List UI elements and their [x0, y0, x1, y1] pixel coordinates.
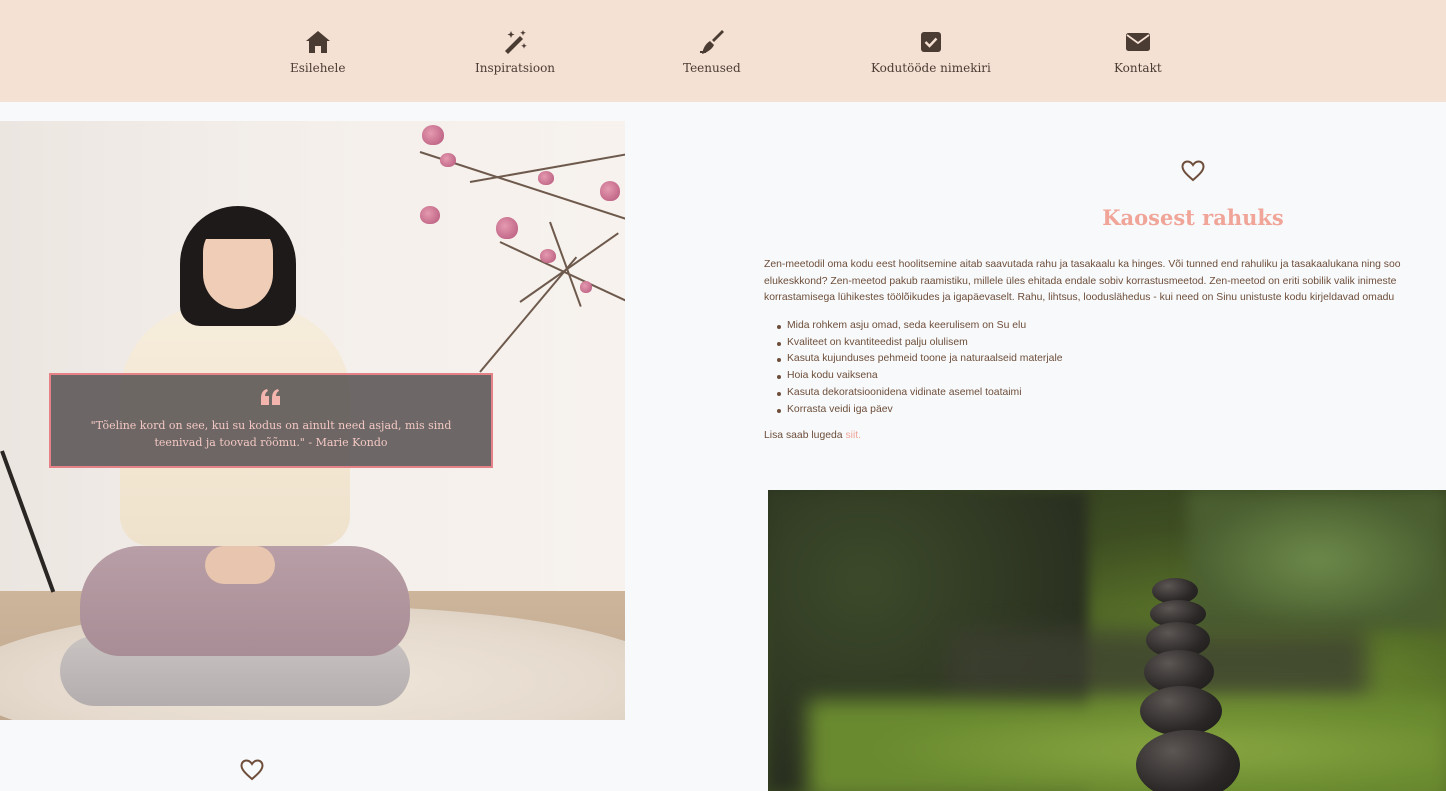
stone-stack-photo	[768, 490, 1446, 791]
broom-icon	[698, 28, 726, 56]
stone	[1140, 686, 1222, 736]
envelope-icon	[1124, 28, 1152, 56]
branch	[519, 232, 619, 303]
nav-item-esilehele[interactable]: Esilehele	[290, 28, 345, 75]
quote-text: "Tõeline kord on see, kui su kodus on ai…	[90, 419, 452, 449]
home-icon	[304, 28, 332, 56]
meditation-photo: "Tõeline kord on see, kui su kodus on ai…	[0, 121, 625, 720]
read-more-text: Lisa saab lugeda	[764, 430, 846, 441]
nav-label: Kodutööde nimekiri	[871, 61, 991, 75]
blossom	[600, 181, 620, 201]
list-item: Mida rohkem asju omad, seda keerulisem o…	[776, 318, 1063, 335]
nav-item-inspiratsioon[interactable]: Inspiratsioon	[475, 28, 555, 75]
read-more: Lisa saab lugeda siit.	[764, 430, 861, 441]
checkbox-icon	[917, 28, 945, 56]
nav-item-kontakt[interactable]: Kontakt	[1114, 28, 1162, 75]
blossom	[538, 171, 554, 185]
nav-label: Esilehele	[290, 61, 346, 75]
section-intro: Zen-meetodil oma kodu eest hoolitsemine …	[764, 257, 1446, 307]
intro-line: korrastamisega lühikestes töölõikudes ja…	[764, 292, 1395, 303]
list-item: Kasuta dekoratsioonidena vidinate asemel…	[776, 385, 1063, 402]
quote-icon	[51, 389, 491, 409]
photo-bangs	[200, 209, 276, 239]
blossom	[580, 281, 592, 293]
nav-item-kodutoode-nimekiri[interactable]: Kodutööde nimekiri	[871, 28, 991, 75]
blossom	[422, 125, 444, 145]
list-item: Hoia kodu vaiksena	[776, 368, 1063, 385]
chair-leg	[0, 450, 56, 593]
blossom	[420, 206, 440, 224]
nav-label: Inspiratsioon	[475, 61, 556, 75]
nav-label: Kontakt	[1114, 61, 1162, 75]
blossom	[540, 249, 556, 263]
quote-box: "Tõeline kord on see, kui su kodus on ai…	[49, 373, 493, 468]
list-item: Korrasta veidi iga päev	[776, 402, 1063, 419]
nav-item-teenused[interactable]: Teenused	[683, 28, 741, 75]
blossom	[440, 153, 456, 167]
branch	[479, 256, 578, 373]
intro-line: Zen-meetodil oma kodu eest hoolitsemine …	[764, 259, 1401, 270]
photo-background	[808, 700, 1446, 791]
list-item: Kvaliteet on kvantiteedist palju olulise…	[776, 335, 1063, 352]
read-more-link[interactable]: siit.	[845, 430, 861, 441]
magic-wand-icon	[501, 28, 529, 56]
heart-icon	[1181, 160, 1205, 182]
tips-list: Mida rohkem asju omad, seda keerulisem o…	[776, 318, 1063, 418]
list-item: Kasuta kujunduses pehmeid toone ja natur…	[776, 351, 1063, 368]
top-navigation: Esilehele Inspiratsioon Teenused Kodutöö…	[0, 0, 1446, 102]
heart-icon	[240, 759, 264, 781]
section-title: Kaosest rahuks	[1102, 205, 1284, 230]
intro-line: elukeskkond? Zen-meetod pakub raamistiku…	[764, 275, 1397, 287]
stone	[1136, 730, 1240, 791]
nav-label: Teenused	[683, 61, 741, 75]
branch	[549, 221, 582, 307]
blossom	[496, 217, 518, 239]
photo-hands	[205, 546, 275, 584]
photo-background	[1188, 490, 1446, 630]
